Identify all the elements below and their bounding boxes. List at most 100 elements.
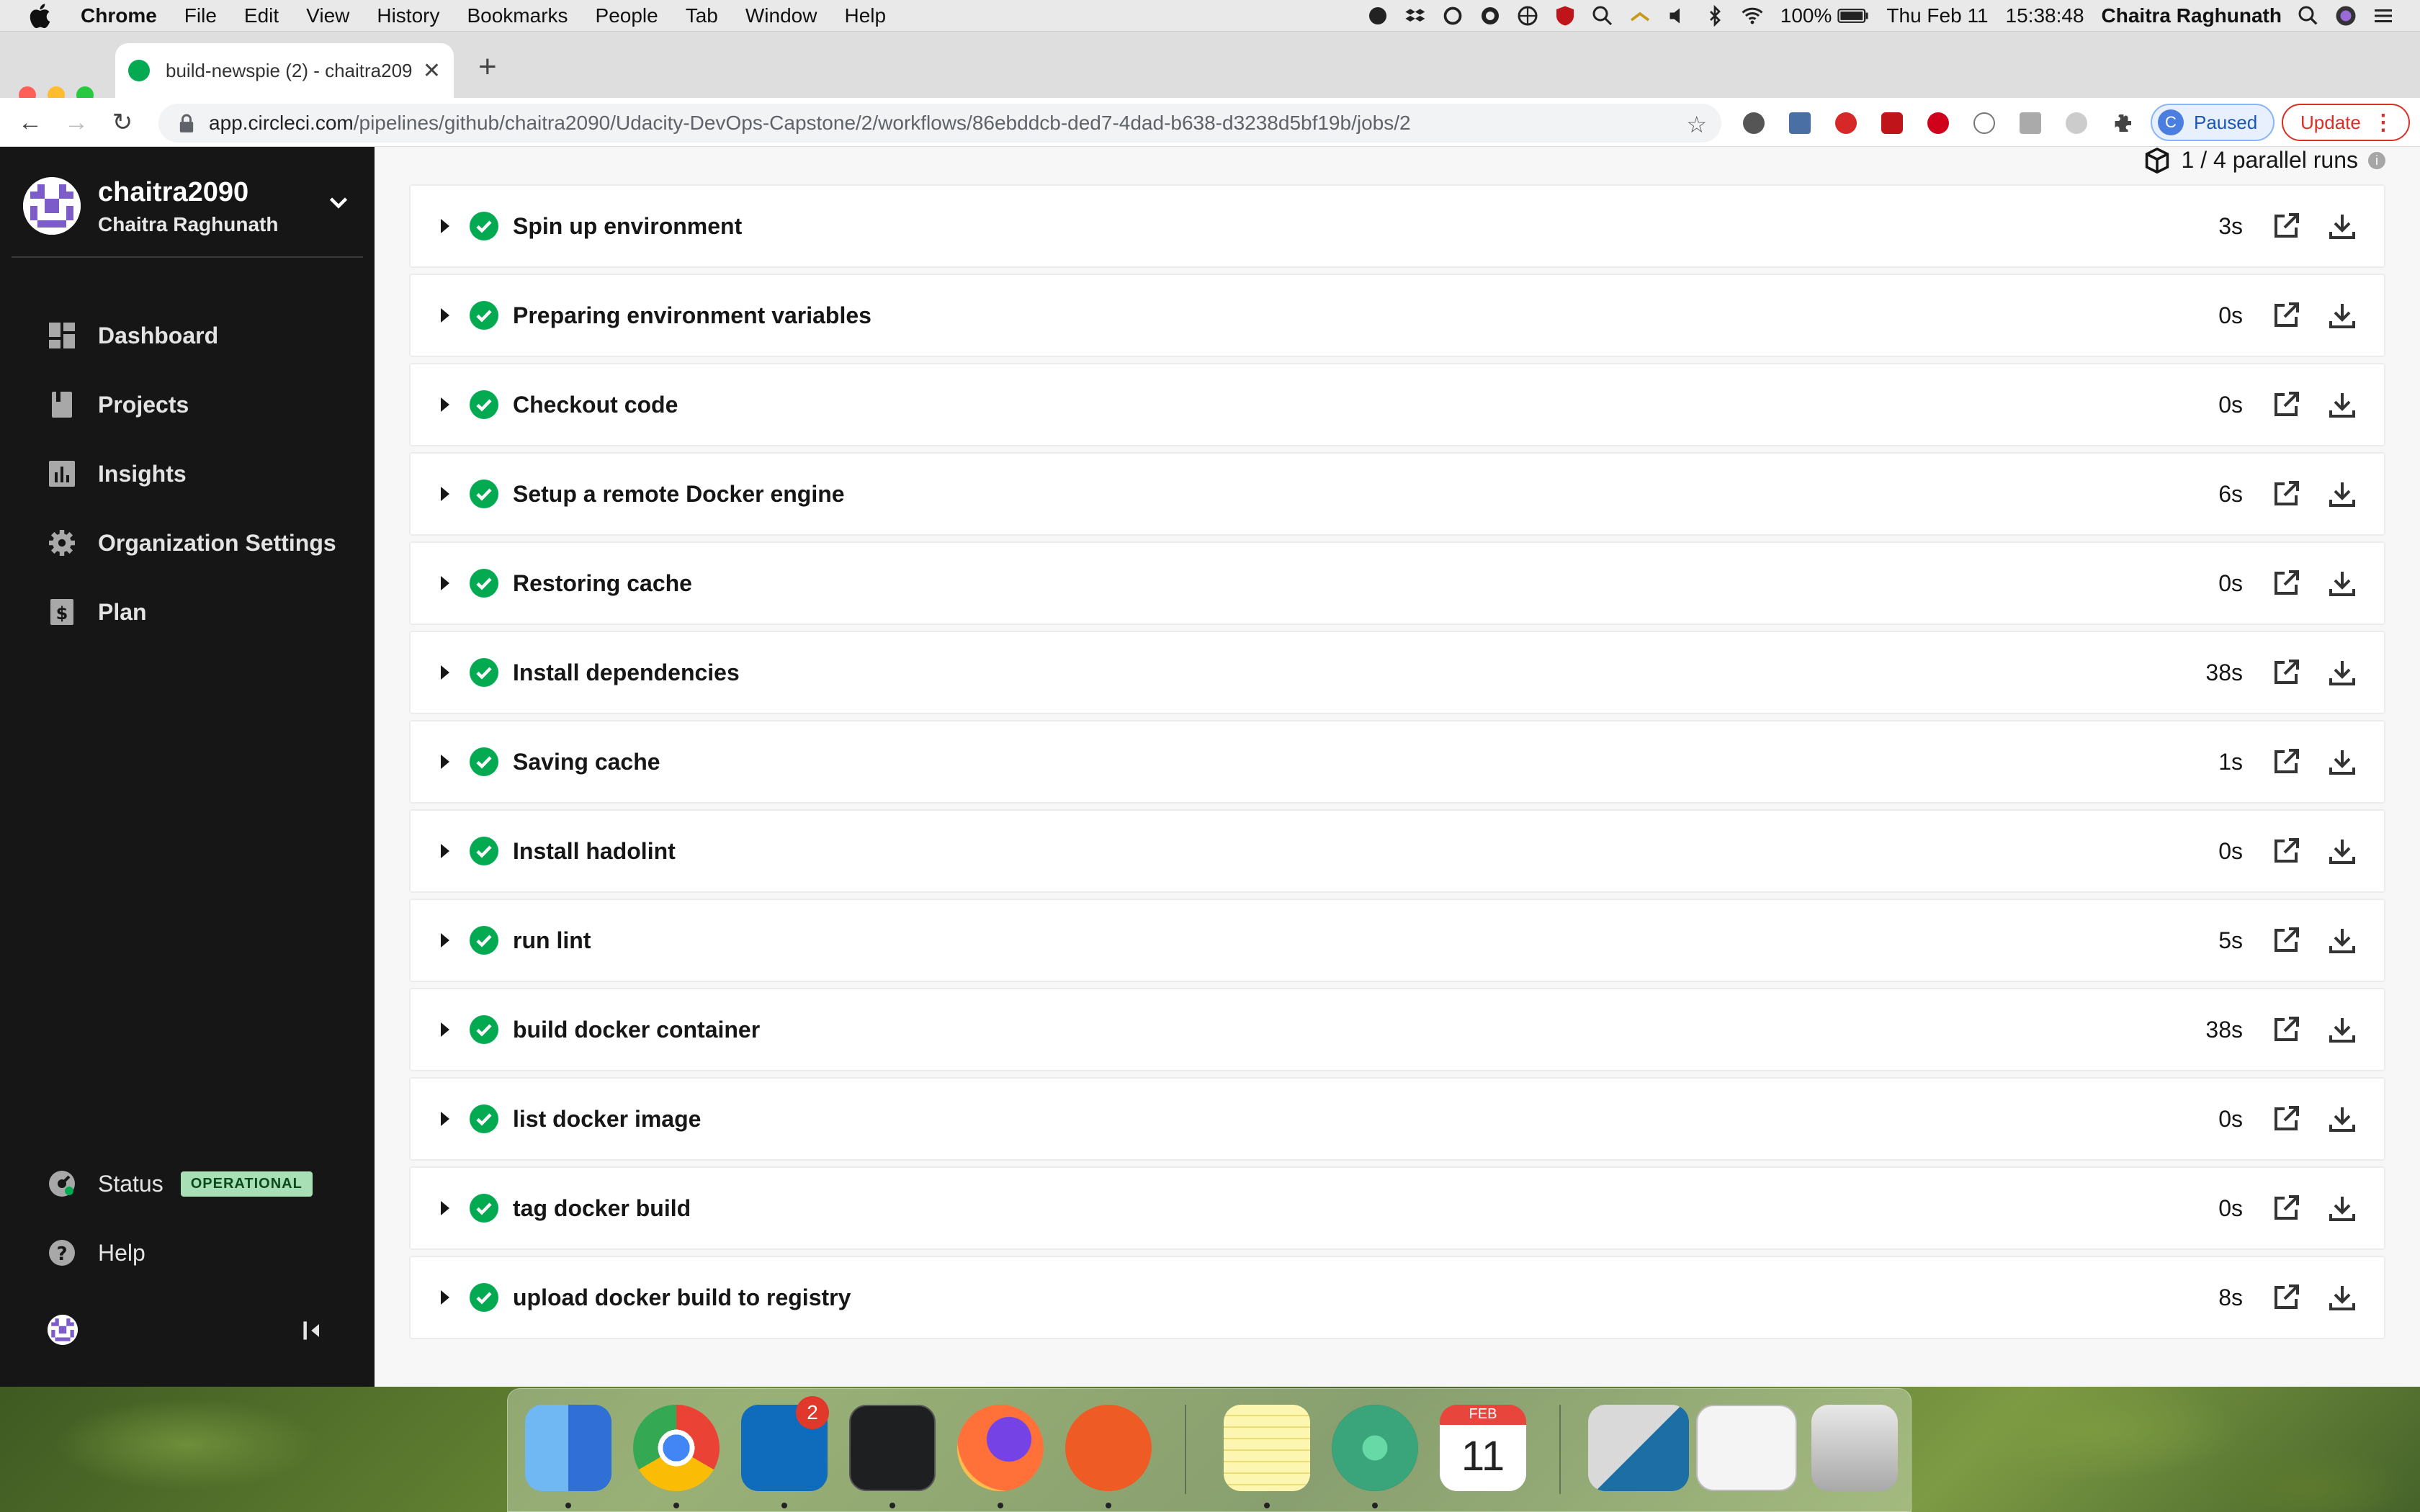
download-icon[interactable] [2328,212,2357,240]
search-tool-icon[interactable] [1592,5,1613,27]
org-switcher[interactable]: chaitra2090 Chaitra Raghunath [23,173,362,245]
extension-red-icon[interactable] [1835,112,1857,134]
tab-close-icon[interactable]: ✕ [423,58,441,84]
extension-shield-icon[interactable] [1881,112,1903,134]
siri-icon[interactable] [2335,5,2357,27]
open-external-icon[interactable] [2272,569,2300,598]
chrome-icon[interactable] [633,1405,720,1491]
open-external-icon[interactable] [2272,1104,2300,1133]
expand-caret-icon[interactable] [441,1022,449,1037]
download-icon[interactable] [2328,837,2357,865]
sidebar-item-insights[interactable]: Insights [48,454,187,494]
sidebar-item-organization-settings[interactable]: Organization Settings [48,523,336,563]
download-icon[interactable] [2328,1283,2357,1312]
dropbox-icon[interactable] [1404,5,1426,27]
step-row[interactable]: Checkout code 0s [409,363,2385,446]
download-icon[interactable] [2328,926,2357,955]
control-center-icon[interactable] [2372,5,2394,27]
open-external-icon[interactable] [2272,1283,2300,1312]
menu-bookmarks[interactable]: Bookmarks [467,4,568,27]
open-external-icon[interactable] [2272,658,2300,687]
open-external-icon[interactable] [2272,1015,2300,1044]
step-row[interactable]: run lint 5s [409,899,2385,982]
menu-help[interactable]: Help [844,4,886,27]
firefox-icon[interactable] [957,1405,1044,1491]
step-row[interactable]: Saving cache 1s [409,720,2385,804]
help-link[interactable]: ? Help [48,1238,145,1267]
menu-view[interactable]: View [306,4,349,27]
globe-icon[interactable] [1517,5,1538,27]
expand-caret-icon[interactable] [441,665,449,680]
download-icon[interactable] [2328,658,2357,687]
trash-icon[interactable] [1811,1405,1898,1491]
adblock-plus-icon[interactable] [1927,112,1949,134]
update-button[interactable]: Update ⋮ [2282,104,2410,141]
extension-puzzle-blue-icon[interactable] [1789,112,1811,134]
finder-icon[interactable] [525,1405,611,1491]
shield-icon[interactable] [1554,5,1576,27]
step-row[interactable]: Spin up environment 3s [409,184,2385,268]
step-row[interactable]: list docker image 0s [409,1077,2385,1161]
step-row[interactable]: upload docker build to registry 8s [409,1256,2385,1339]
battery-icon[interactable] [1837,5,1869,27]
open-external-icon[interactable] [2272,1194,2300,1223]
expand-caret-icon[interactable] [441,1290,449,1305]
menu-kebab-icon[interactable]: ⋮ [2372,110,2394,135]
menu-history[interactable]: History [377,4,439,27]
calendar-icon[interactable]: FEB 11 [1440,1405,1526,1491]
download-icon[interactable] [2328,1194,2357,1223]
extension-light-icon[interactable] [2066,112,2087,134]
menu-file[interactable]: File [184,4,217,27]
expand-caret-icon[interactable] [441,487,449,501]
expand-caret-icon[interactable] [441,308,449,323]
notes-icon[interactable] [1224,1405,1310,1491]
address-bar[interactable]: app.circleci.com/pipelines/github/chaitr… [158,104,1721,143]
step-row[interactable]: Install dependencies 38s [409,631,2385,714]
open-external-icon[interactable] [2272,480,2300,508]
volume-icon[interactable] [1667,5,1688,27]
lock-icon[interactable] [179,114,194,132]
reload-button[interactable]: ↻ [108,108,137,137]
open-external-icon[interactable] [2272,747,2300,776]
menu-tab[interactable]: Tab [686,4,718,27]
step-row[interactable]: Restoring cache 0s [409,541,2385,625]
step-row[interactable]: Setup a remote Docker engine 6s [409,452,2385,536]
expand-caret-icon[interactable] [441,219,449,233]
expand-caret-icon[interactable] [441,933,449,948]
download-icon[interactable] [2328,569,2357,598]
menu-time[interactable]: 15:38:48 [2006,4,2084,27]
menu-app-name[interactable]: Chrome [81,4,157,27]
download-icon[interactable] [2328,1015,2357,1044]
expand-caret-icon[interactable] [441,1201,449,1215]
wifi-icon[interactable] [1742,5,1763,27]
extension-grey-icon[interactable] [2020,112,2041,134]
preview-screenshot-icon[interactable] [1696,1405,1797,1491]
parallel-runs-indicator[interactable]: 1 / 4 parallel runs i [2144,147,2385,174]
open-external-icon[interactable] [2272,926,2300,955]
menu-window[interactable]: Window [745,4,817,27]
download-icon[interactable] [2328,301,2357,330]
expand-caret-icon[interactable] [441,1112,449,1126]
menu-date[interactable]: Thu Feb 11 [1886,4,1988,27]
open-external-icon[interactable] [2272,212,2300,240]
extensions-puzzle-icon[interactable] [2112,112,2133,134]
step-row[interactable]: Install hadolint 0s [409,809,2385,893]
menu-edit[interactable]: Edit [244,4,279,27]
menu-people[interactable]: People [596,4,658,27]
open-external-icon[interactable] [2272,390,2300,419]
vmware-folder-icon[interactable] [1588,1405,1689,1491]
status-link[interactable]: Status OPERATIONAL [48,1169,313,1198]
expand-caret-icon[interactable] [441,755,449,769]
download-icon[interactable] [2328,1104,2357,1133]
expand-caret-icon[interactable] [441,844,449,858]
chevron-down-icon[interactable] [326,190,351,216]
spotlight-search-icon[interactable] [2298,5,2319,27]
sidebar-item-plan[interactable]: $ Plan [48,592,147,632]
info-icon[interactable]: i [2368,151,2385,169]
open-external-icon[interactable] [2272,837,2300,865]
collapse-sidebar-icon[interactable] [300,1318,326,1344]
postman-icon[interactable] [1065,1405,1152,1491]
back-button[interactable]: ← [16,108,45,137]
step-row[interactable]: Preparing environment variables 0s [409,274,2385,357]
download-icon[interactable] [2328,747,2357,776]
